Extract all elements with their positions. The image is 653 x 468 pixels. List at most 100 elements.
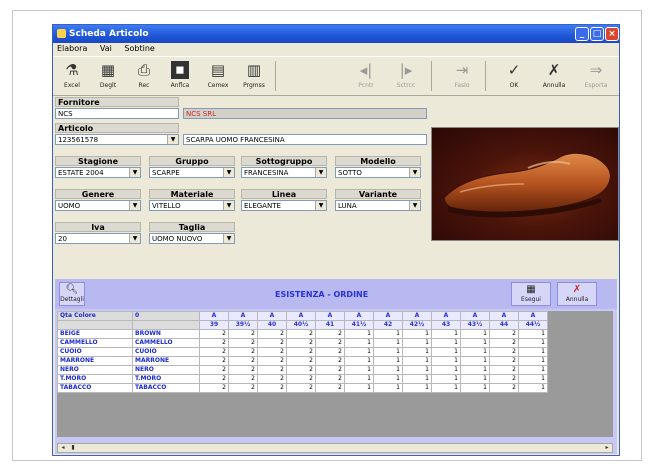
qty-cell[interactable]: 2 [228, 374, 258, 384]
gruppo-select[interactable]: SCARPE ▼ [149, 167, 235, 178]
qty-cell[interactable]: 1 [373, 374, 403, 384]
qty-cell[interactable]: 2 [286, 356, 316, 366]
qty-cell[interactable]: 2 [489, 365, 519, 375]
qty-cell[interactable]: 2 [228, 365, 258, 375]
qty-cell[interactable]: 2 [199, 329, 229, 339]
next-button[interactable]: |▸ Sctrcc [389, 59, 423, 93]
qty-cell[interactable]: 2 [489, 383, 519, 393]
qty-cell[interactable]: 1 [373, 383, 403, 393]
color-code-cell[interactable]: NERO [57, 365, 133, 375]
qty-cell[interactable]: 1 [518, 338, 548, 348]
color-name-cell[interactable]: NERO [132, 365, 200, 375]
anflca-button[interactable]: ◼ Anflca [163, 59, 197, 93]
qty-cell[interactable]: 2 [257, 329, 287, 339]
chevron-down-icon[interactable]: ▼ [315, 168, 326, 177]
qty-cell[interactable]: 2 [257, 374, 287, 384]
qty-cell[interactable]: 2 [489, 338, 519, 348]
chevron-down-icon[interactable]: ▼ [129, 234, 140, 243]
qty-cell[interactable]: 2 [489, 347, 519, 357]
qty-cell[interactable]: 2 [257, 356, 287, 366]
table-row[interactable]: CAMMELLO CAMMELLO 2 2 2 2 2 1 1 1 1 1 2 1 [57, 338, 548, 348]
qty-cell[interactable]: 1 [518, 356, 548, 366]
qty-cell[interactable]: 2 [286, 374, 316, 384]
qty-cell[interactable]: 1 [518, 347, 548, 357]
qty-cell[interactable]: 2 [228, 356, 258, 366]
qty-cell[interactable]: 2 [199, 338, 229, 348]
qty-cell[interactable]: 1 [460, 365, 490, 375]
details-button[interactable]: 🔍︎ Dettagli [59, 282, 85, 306]
chevron-down-icon[interactable]: ▼ [409, 201, 420, 210]
qty-cell[interactable]: 2 [489, 329, 519, 339]
qty-cell[interactable]: 2 [315, 383, 345, 393]
articolo-description-field[interactable]: SCARPA UOMO FRANCESINA [183, 134, 427, 145]
qty-cell[interactable]: 2 [257, 338, 287, 348]
qty-cell[interactable]: 1 [344, 374, 374, 384]
cemex-button[interactable]: ▤ Cemex [201, 59, 235, 93]
color-name-cell[interactable]: CUOIO [132, 347, 200, 357]
qty-cell[interactable]: 2 [199, 365, 229, 375]
qty-cell[interactable]: 1 [518, 365, 548, 375]
qty-cell[interactable]: 1 [431, 383, 461, 393]
table-row[interactable]: CUOIO CUOIO 2 2 2 2 2 1 1 1 1 1 2 1 [57, 347, 548, 357]
qty-cell[interactable]: 2 [228, 329, 258, 339]
color-code-cell[interactable]: MARRONE [57, 356, 133, 366]
qty-cell[interactable]: 1 [402, 329, 432, 339]
qty-cell[interactable]: 2 [315, 329, 345, 339]
qty-cell[interactable]: 1 [431, 374, 461, 384]
prgmss-button[interactable]: ▥ Prgmss [237, 59, 271, 93]
color-name-cell[interactable]: TABACCO [132, 383, 200, 393]
qty-cell[interactable]: 2 [286, 383, 316, 393]
chevron-down-icon[interactable]: ▼ [409, 168, 420, 177]
table-row[interactable]: BEIGE BROWN 2 2 2 2 2 1 1 1 1 1 2 1 [57, 329, 548, 339]
qty-cell[interactable]: 2 [199, 356, 229, 366]
execute-button[interactable]: ▦ Esegui [511, 282, 551, 306]
qty-cell[interactable]: 2 [489, 374, 519, 384]
qty-cell[interactable]: 1 [402, 374, 432, 384]
sottogruppo-select[interactable]: FRANCESINA ▼ [241, 167, 327, 178]
linea-select[interactable]: ELEGANTE ▼ [241, 200, 327, 211]
chevron-down-icon[interactable]: ▼ [129, 168, 140, 177]
qty-cell[interactable]: 2 [286, 338, 316, 348]
color-code-cell[interactable]: T.MORO [57, 374, 133, 384]
qty-cell[interactable]: 2 [315, 338, 345, 348]
qty-cell[interactable]: 1 [344, 365, 374, 375]
stagione-select[interactable]: ESTATE 2004 ▼ [55, 167, 141, 178]
color-code-cell[interactable]: BEIGE [57, 329, 133, 339]
qty-cell[interactable]: 2 [228, 347, 258, 357]
qty-cell[interactable]: 2 [257, 383, 287, 393]
qty-cell[interactable]: 2 [315, 365, 345, 375]
qty-cell[interactable]: 2 [286, 365, 316, 375]
title-bar[interactable]: Scheda Articolo _ □ × [53, 25, 619, 43]
qty-cell[interactable]: 2 [199, 383, 229, 393]
articolo-code-select[interactable]: 123561578 ▼ [55, 134, 179, 145]
chevron-down-icon[interactable]: ▼ [223, 201, 234, 210]
genere-select[interactable]: UOMO ▼ [55, 200, 141, 211]
color-code-cell[interactable]: CAMMELLO [57, 338, 133, 348]
qty-cell[interactable]: 1 [373, 347, 403, 357]
horizontal-scrollbar[interactable]: ◂ ▮ ▸ [57, 443, 613, 453]
color-name-cell[interactable]: BROWN [132, 329, 200, 339]
qty-cell[interactable]: 1 [344, 329, 374, 339]
qty-cell[interactable]: 1 [373, 329, 403, 339]
qty-cell[interactable]: 2 [257, 365, 287, 375]
qty-cell[interactable]: 2 [228, 338, 258, 348]
table-row[interactable]: TABACCO TABACCO 2 2 2 2 2 1 1 1 1 1 2 1 [57, 383, 548, 393]
minimize-button[interactable]: _ [575, 27, 589, 41]
cancel-button[interactable]: ✗ Annulla [537, 59, 571, 93]
menu-elabora[interactable]: Elabora [57, 44, 87, 53]
maximize-button[interactable]: □ [590, 27, 604, 41]
qty-cell[interactable]: 1 [431, 347, 461, 357]
qty-cell[interactable]: 2 [286, 347, 316, 357]
close-button[interactable]: × [605, 27, 619, 41]
color-name-cell[interactable]: T.MORO [132, 374, 200, 384]
qty-cell[interactable]: 2 [228, 383, 258, 393]
qty-cell[interactable]: 2 [489, 356, 519, 366]
qty-cell[interactable]: 1 [431, 338, 461, 348]
modello-select[interactable]: SOTTO ▼ [335, 167, 421, 178]
variante-select[interactable]: LUNA ▼ [335, 200, 421, 211]
qty-cell[interactable]: 2 [199, 374, 229, 384]
scroll-thumb[interactable]: ▮ [68, 444, 78, 452]
qty-cell[interactable]: 1 [344, 338, 374, 348]
qty-cell[interactable]: 1 [402, 365, 432, 375]
scroll-left-icon[interactable]: ◂ [58, 444, 68, 452]
